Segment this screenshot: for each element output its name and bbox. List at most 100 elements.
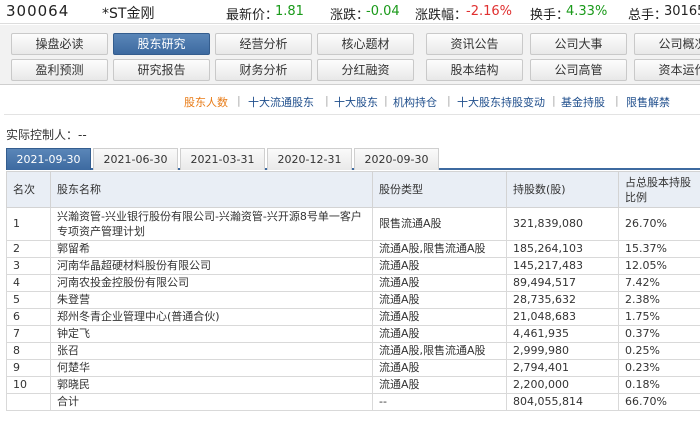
ratio-cell: 26.70% — [618, 207, 700, 241]
nav-tab-company-events[interactable]: 公司大事 — [530, 33, 627, 55]
table-row: 4 河南农投金控股份有限公司 流通A股 89,494,517 7.42% — [6, 274, 700, 292]
ratio-cell: 0.37% — [618, 325, 700, 343]
nav-tab-trading-guide[interactable]: 操盘必读 — [11, 33, 108, 55]
table-row: 5 朱登营 流通A股 28,735,632 2.38% — [6, 291, 700, 309]
col-holder-name: 股东名称 — [50, 171, 373, 208]
table-row: 9 何楚华 流通A股 2,794,401 0.23% — [6, 359, 700, 377]
col-shares: 持股数(股) — [506, 171, 619, 208]
shares-cell: 28,735,632 — [506, 291, 619, 309]
share-type-cell: 流通A股 — [372, 325, 507, 343]
stock-name: *ST金刚 — [102, 6, 155, 22]
price-value: 1.81 — [275, 4, 304, 19]
holder-name-cell: 兴瀚资管-兴业银行股份有限公司-兴瀚资管-兴开源8号单一客户专项资产管理计划 — [50, 207, 373, 241]
divider — [4, 114, 700, 115]
sublink-shareholder-count[interactable]: 股东人数 — [184, 94, 228, 110]
turnover-label: 换手： — [530, 8, 570, 23]
table-row: 3 河南华晶超硬材料股份有限公司 流通A股 145,217,483 12.05% — [6, 257, 700, 275]
rank-cell: 6 — [6, 308, 51, 326]
rank-cell: 1 — [6, 207, 51, 241]
sublink-separator: | — [325, 94, 329, 107]
main-nav: 操盘必读 股东研究 经营分析 核心题材 资讯公告 公司大事 公司概况 盈利预测 … — [0, 25, 700, 85]
sublink-institutional-holdings[interactable]: 机构持仓 — [393, 94, 437, 110]
rank-cell: 4 — [6, 274, 51, 292]
sublink-top10-holders[interactable]: 十大股东 — [334, 94, 378, 110]
rank-cell: 3 — [6, 257, 51, 275]
change-pct-value: -2.16% — [466, 4, 512, 19]
sublink-separator: | — [615, 94, 619, 107]
top10-holders-table: 名次 股东名称 股份类型 持股数(股) 占总股本持股比例 1 兴瀚资管-兴业银行… — [6, 171, 700, 411]
ratio-cell: 7.42% — [618, 274, 700, 292]
shares-cell: 2,999,980 — [506, 342, 619, 360]
table-row: 7 钟定飞 流通A股 4,461,935 0.37% — [6, 325, 700, 343]
nav-tab-business-analysis[interactable]: 经营分析 — [215, 33, 312, 55]
shares-cell: 2,794,401 — [506, 359, 619, 377]
holder-name-cell: 朱登营 — [50, 291, 373, 309]
ratio-cell: 0.25% — [618, 342, 700, 360]
col-ratio: 占总股本持股比例 — [618, 171, 700, 208]
date-tab-2021-03-31[interactable]: 2021-03-31 — [180, 148, 265, 170]
date-tab-2020-12-31[interactable]: 2020-12-31 — [267, 148, 352, 170]
change-label: 涨跌： — [330, 8, 370, 23]
sublink-lockup-expiry[interactable]: 限售解禁 — [626, 94, 670, 110]
holder-name-cell: 郑州冬青企业管理中心(普通合伙) — [50, 308, 373, 326]
date-tab-2021-09-30[interactable]: 2021-09-30 — [6, 148, 91, 170]
nav-tab-company-overview[interactable]: 公司概况 — [634, 33, 700, 55]
total-label: 合计 — [50, 393, 373, 411]
rank-cell: 2 — [6, 240, 51, 258]
share-type-cell: 流通A股 — [372, 274, 507, 292]
turnover-value: 4.33% — [566, 4, 608, 19]
date-tab-2021-06-30[interactable]: 2021-06-30 — [93, 148, 178, 170]
change-pct-label: 涨跌幅： — [415, 8, 468, 23]
change-value: -0.04 — [366, 4, 400, 19]
ratio-cell: 0.23% — [618, 359, 700, 377]
nav-tab-research-reports[interactable]: 研究报告 — [113, 59, 210, 81]
rank-cell: 7 — [6, 325, 51, 343]
rank-cell: 8 — [6, 342, 51, 360]
sublink-top10-float-holders[interactable]: 十大流通股东 — [248, 94, 314, 110]
nav-tab-earnings-forecast[interactable]: 盈利预测 — [11, 59, 108, 81]
date-tab-2020-09-30[interactable]: 2020-09-30 — [354, 148, 439, 170]
rank-cell-empty — [6, 393, 51, 411]
holder-name-cell: 郭留希 — [50, 240, 373, 258]
table-row: 10 郭晓民 流通A股 2,200,000 0.18% — [6, 376, 700, 394]
nav-tab-executives[interactable]: 公司高管 — [530, 59, 627, 81]
total-shares: 804,055,814 — [506, 393, 619, 411]
price-label: 最新价： — [226, 8, 279, 23]
table-row: 1 兴瀚资管-兴业银行股份有限公司-兴瀚资管-兴开源8号单一客户专项资产管理计划… — [6, 207, 700, 241]
ratio-cell: 0.18% — [618, 376, 700, 394]
nav-tab-shareholder-research[interactable]: 股东研究 — [113, 33, 210, 55]
nav-tab-dividends-financing[interactable]: 分红融资 — [317, 59, 414, 81]
shares-cell: 21,048,683 — [506, 308, 619, 326]
ratio-cell: 15.37% — [618, 240, 700, 258]
holder-name-cell: 河南农投金控股份有限公司 — [50, 274, 373, 292]
sublink-fund-holdings[interactable]: 基金持股 — [561, 94, 605, 110]
sublink-separator: | — [237, 94, 241, 107]
holder-name-cell: 何楚华 — [50, 359, 373, 377]
share-type-cell: 流通A股,限售流通A股 — [372, 240, 507, 258]
shares-cell: 4,461,935 — [506, 325, 619, 343]
rank-cell: 9 — [6, 359, 51, 377]
holder-name-cell: 郭晓民 — [50, 376, 373, 394]
shares-cell: 321,839,080 — [506, 207, 619, 241]
share-type-cell: 限售流通A股 — [372, 207, 507, 241]
sublink-separator: | — [552, 94, 556, 107]
col-share-type: 股份类型 — [372, 171, 507, 208]
ratio-cell: 12.05% — [618, 257, 700, 275]
shares-cell: 89,494,517 — [506, 274, 619, 292]
nav-tab-capital-operations[interactable]: 资本运作 — [634, 59, 700, 81]
col-rank: 名次 — [6, 171, 51, 208]
table-header-row: 名次 股东名称 股份类型 持股数(股) 占总股本持股比例 — [6, 171, 700, 208]
ratio-cell: 1.75% — [618, 308, 700, 326]
rank-cell: 5 — [6, 291, 51, 309]
total-type: -- — [372, 393, 507, 411]
nav-tab-news[interactable]: 资讯公告 — [426, 33, 523, 55]
sublink-top10-holding-changes[interactable]: 十大股东持股变动 — [457, 94, 545, 110]
share-type-cell: 流通A股 — [372, 291, 507, 309]
nav-tab-core-themes[interactable]: 核心题材 — [317, 33, 414, 55]
stock-code: 300064 — [6, 2, 70, 20]
nav-tab-financial-analysis[interactable]: 财务分析 — [215, 59, 312, 81]
sublink-separator: | — [447, 94, 451, 107]
nav-tab-capital-structure[interactable]: 股本结构 — [426, 59, 523, 81]
total-volume-value: 301659 — [664, 4, 700, 19]
table-row: 2 郭留希 流通A股,限售流通A股 185,264,103 15.37% — [6, 240, 700, 258]
